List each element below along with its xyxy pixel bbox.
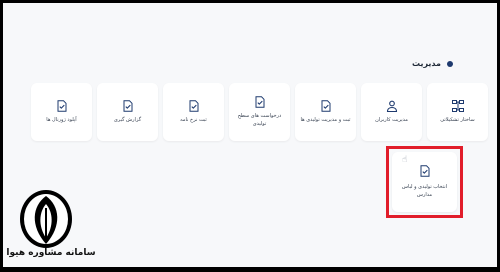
card-label: درخواست های سطح تولیدی xyxy=(237,113,282,127)
card-label: ساختار تشکیلاتی xyxy=(440,116,475,123)
user-icon xyxy=(386,100,397,112)
section-title: مدیریت xyxy=(411,59,441,68)
doc-check-icon xyxy=(123,100,132,112)
card-label: انتخاب تولیدی و لباس مدارس xyxy=(401,184,448,198)
card-user-management[interactable]: مدیریت کاربران xyxy=(361,83,422,141)
card-upload-journals[interactable]: آپلود ژورنال ها xyxy=(31,83,92,141)
card-label: آپلود ژورنال ها xyxy=(46,116,77,123)
doc-check-icon xyxy=(420,165,429,177)
watermark: سامانه مشاوره هیوا xyxy=(4,188,98,266)
card-label: مدیریت کاربران xyxy=(375,116,408,123)
section-bullet-icon xyxy=(447,60,453,67)
card-level-requests[interactable]: درخواست های سطح تولیدی xyxy=(229,83,290,141)
card-label: ثبت و مدیریت تولیدی ها xyxy=(300,116,351,123)
management-cards: ساختار تشکیلاتی مدیریت کاربران ثبت و مدی… xyxy=(8,83,488,141)
card-label: ثبت نرخ نامه xyxy=(180,116,207,123)
hand-cursor-icon: ☝ xyxy=(402,155,408,165)
card-org-structure[interactable]: ساختار تشکیلاتی xyxy=(427,83,488,141)
hiva-logo-icon xyxy=(20,190,72,248)
org-chart-icon xyxy=(451,99,464,112)
section-header: مدیریت xyxy=(412,59,453,68)
doc-check-icon xyxy=(189,100,198,112)
doc-check-icon xyxy=(255,96,264,108)
watermark-text: سامانه مشاوره هیوا xyxy=(6,248,96,258)
card-reports[interactable]: گزارش گیری xyxy=(97,83,158,141)
card-manufacturers[interactable]: ثبت و مدیریت تولیدی ها xyxy=(295,83,356,141)
card-rate-sheet[interactable]: ثبت نرخ نامه xyxy=(163,83,224,141)
doc-check-icon xyxy=(321,100,330,112)
card-label: گزارش گیری xyxy=(113,116,142,123)
doc-check-icon xyxy=(57,100,66,112)
